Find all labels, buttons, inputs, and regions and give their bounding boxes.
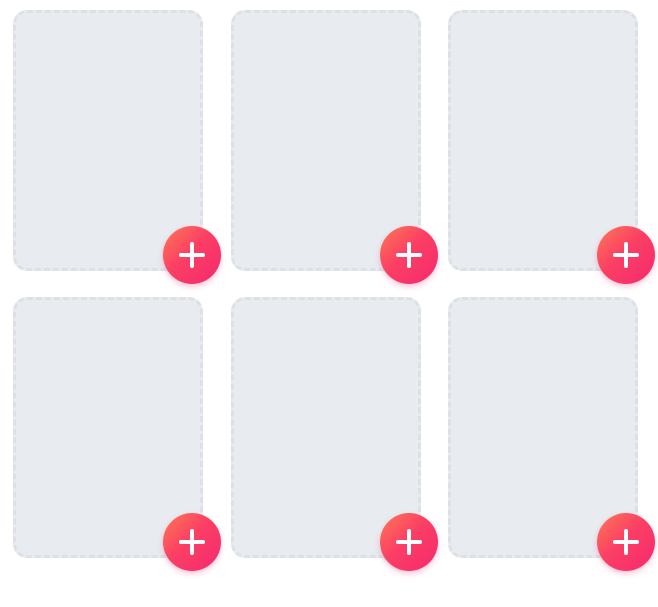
plus-icon xyxy=(380,513,438,571)
plus-icon xyxy=(163,226,221,284)
photo-slot-grid xyxy=(0,0,658,607)
add-photo-button-1[interactable] xyxy=(163,226,221,284)
add-photo-button-3[interactable] xyxy=(597,226,655,284)
add-photo-button-2[interactable] xyxy=(380,226,438,284)
add-photo-button-5[interactable] xyxy=(380,513,438,571)
plus-icon xyxy=(163,513,221,571)
add-photo-button-6[interactable] xyxy=(597,513,655,571)
plus-icon xyxy=(597,513,655,571)
plus-icon xyxy=(380,226,438,284)
plus-icon xyxy=(597,226,655,284)
add-photo-button-4[interactable] xyxy=(163,513,221,571)
